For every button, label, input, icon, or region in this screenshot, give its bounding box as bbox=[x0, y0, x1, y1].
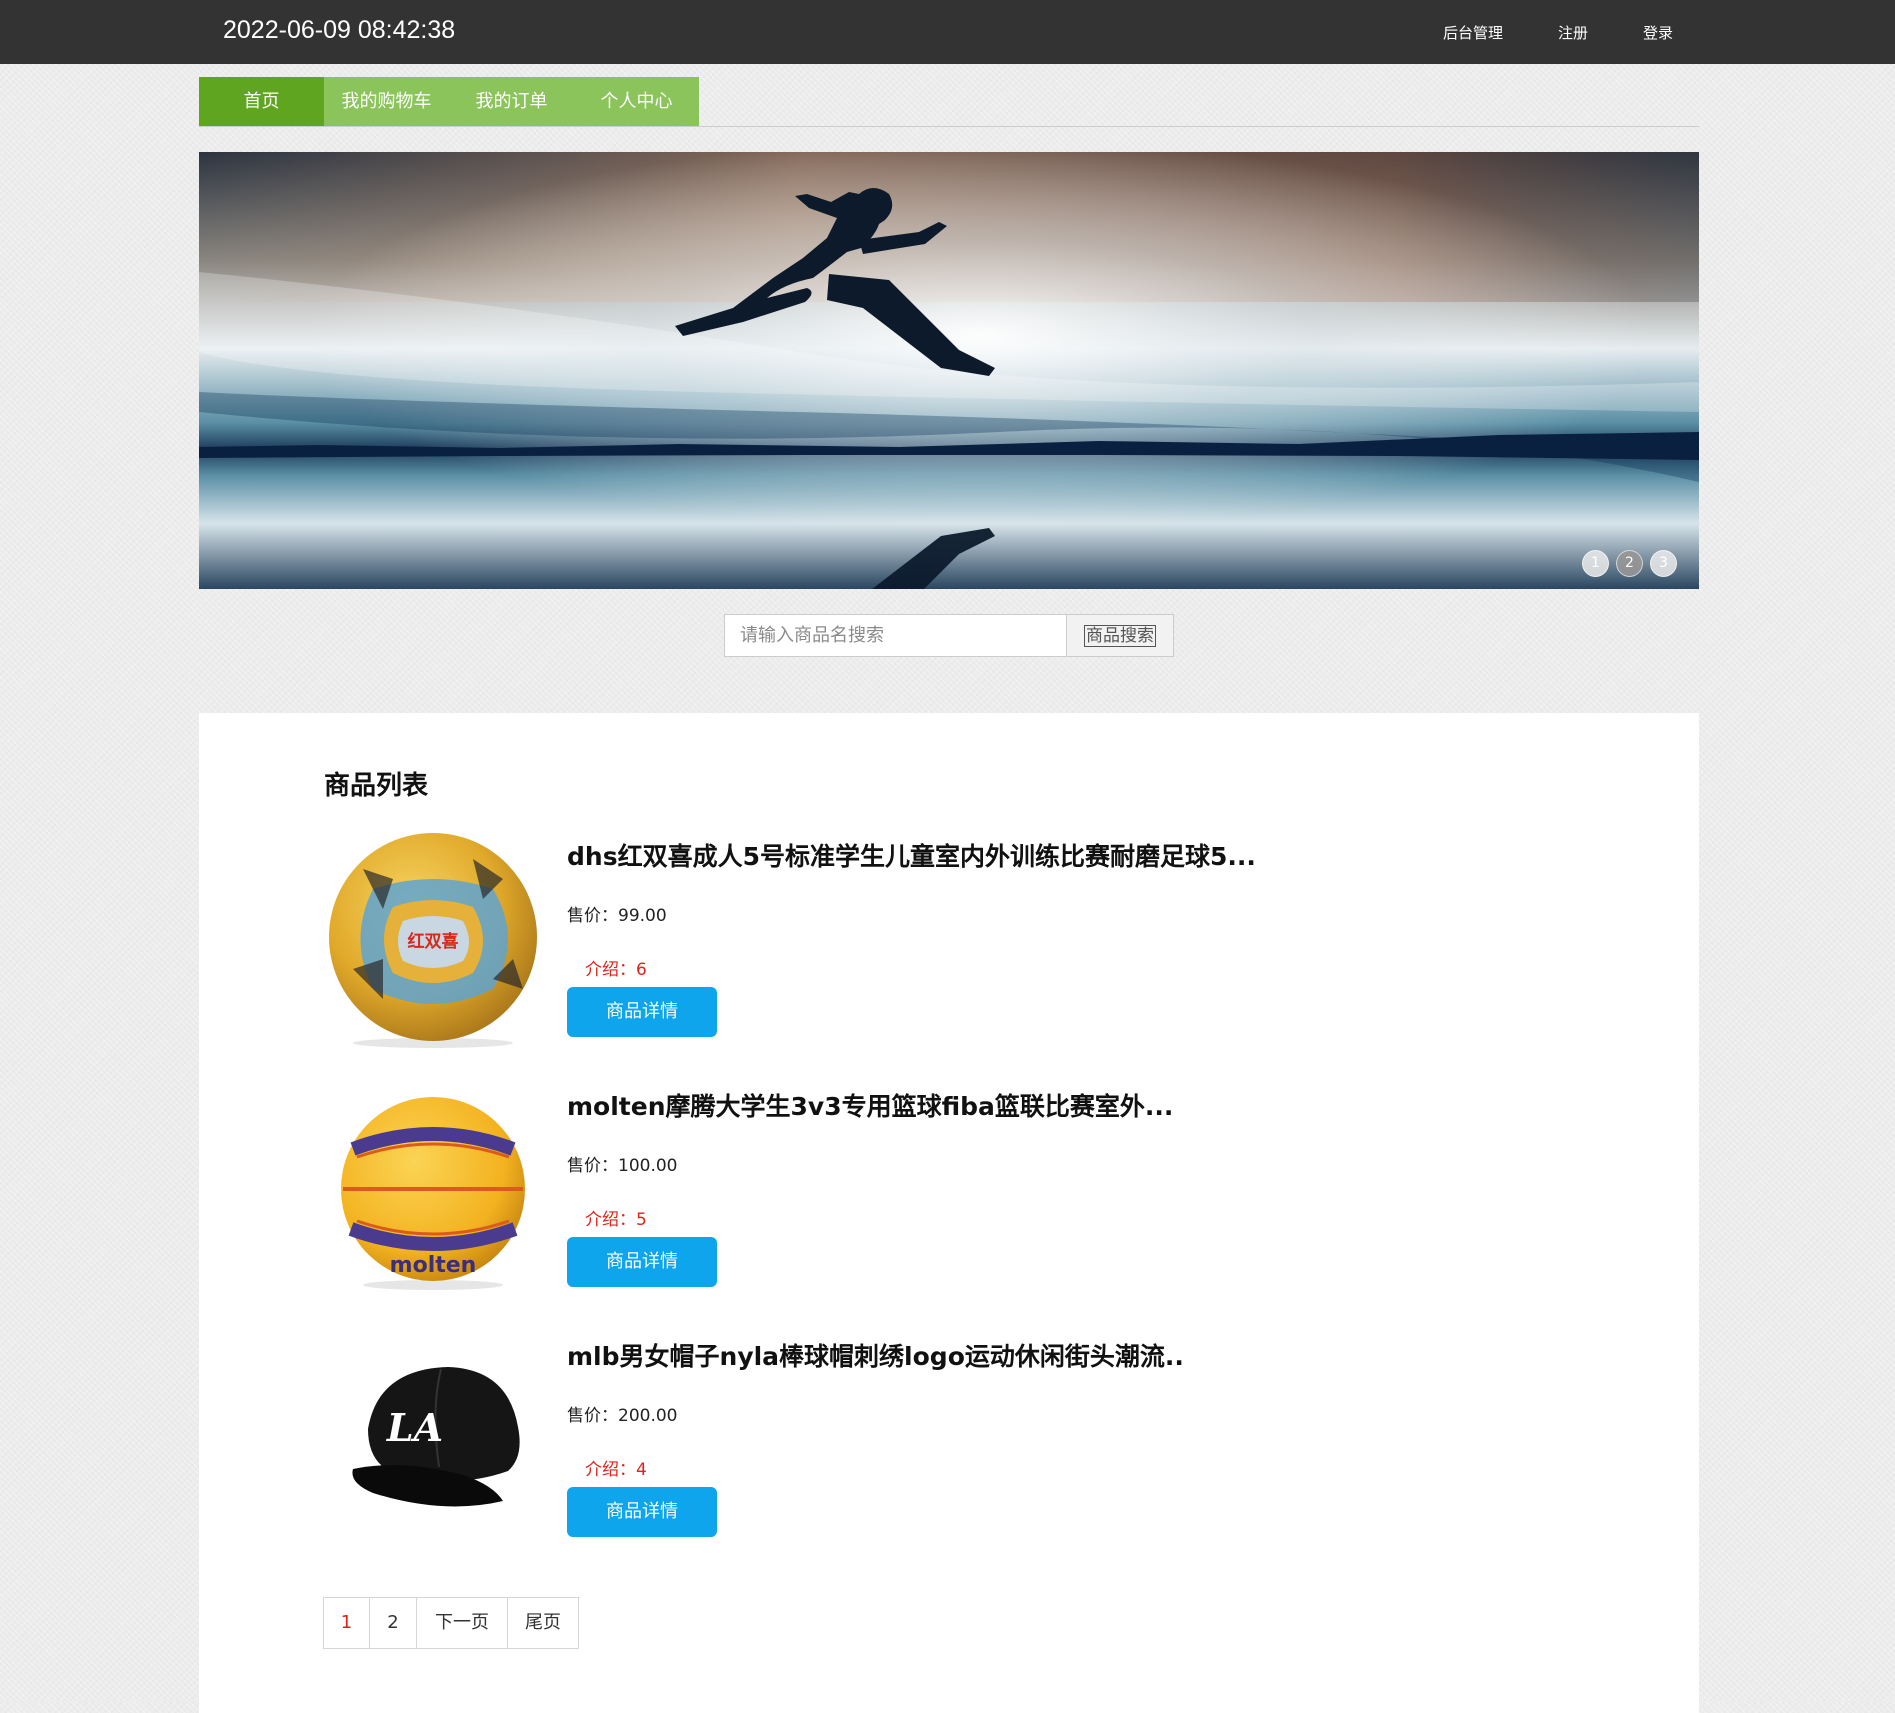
basketball-image: molten bbox=[341, 1097, 525, 1290]
search-button[interactable]: 商品搜索 bbox=[1067, 614, 1174, 657]
nav-home[interactable]: 首页 bbox=[199, 77, 324, 127]
product-detail-button[interactable]: 商品详情 bbox=[567, 1237, 717, 1287]
register-link[interactable]: 注册 bbox=[1558, 22, 1588, 43]
product-detail-button[interactable]: 商品详情 bbox=[567, 987, 717, 1037]
section-title: 商品列表 bbox=[324, 771, 429, 801]
product-price: 售价：99.00 bbox=[567, 906, 667, 926]
product-item: LA mlb男女帽子nyla棒球帽刺绣logo运动休闲街头潮流.. 售价：200… bbox=[323, 1329, 1523, 1559]
product-item: molten molten摩腾大学生3v3专用篮球fiba篮联比赛室外... 售… bbox=[323, 1079, 1523, 1309]
soccer-ball-image: 红双喜 bbox=[329, 833, 537, 1048]
baseball-cap-image: LA bbox=[352, 1367, 520, 1507]
main-nav: 首页 我的购物车 我的订单 个人中心 bbox=[199, 77, 699, 127]
page-1-link[interactable]: 1 bbox=[323, 1597, 370, 1649]
brand-mark: LA bbox=[386, 1405, 443, 1450]
carousel-dots: 1 2 3 bbox=[1582, 550, 1677, 577]
product-panel: 商品列表 红双喜 dhs红双喜成人5号标准学生儿童室内外训练比赛耐磨足球5...… bbox=[199, 713, 1699, 1713]
brand-mark: molten bbox=[390, 1253, 477, 1278]
product-intro: 介绍：6 bbox=[585, 960, 647, 980]
product-name[interactable]: mlb男女帽子nyla棒球帽刺绣logo运动休闲街头潮流.. bbox=[567, 1337, 1184, 1373]
datetime-clock: 2022-06-09 08:42:38 bbox=[223, 16, 456, 44]
product-price: 售价：100.00 bbox=[567, 1156, 678, 1176]
product-intro: 介绍：5 bbox=[585, 1210, 647, 1230]
carousel-dot-3[interactable]: 3 bbox=[1650, 550, 1677, 577]
hero-carousel[interactable]: 1 2 3 bbox=[199, 152, 1699, 589]
pagination: 1 2 下一页 尾页 bbox=[323, 1597, 579, 1649]
product-price: 售价：200.00 bbox=[567, 1406, 678, 1426]
carousel-dot-2[interactable]: 2 bbox=[1616, 550, 1643, 577]
product-intro: 介绍：4 bbox=[585, 1460, 647, 1480]
nav-orders[interactable]: 我的订单 bbox=[449, 77, 574, 127]
runner-banner-image bbox=[199, 152, 1699, 589]
brand-mark: 红双喜 bbox=[408, 931, 459, 952]
product-name[interactable]: dhs红双喜成人5号标准学生儿童室内外训练比赛耐磨足球5... bbox=[567, 837, 1256, 873]
search-bar: 商品搜索 bbox=[724, 614, 1174, 657]
top-bar: 2022-06-09 08:42:38 后台管理 注册 登录 bbox=[0, 0, 1895, 64]
search-input[interactable] bbox=[724, 614, 1067, 657]
last-page-link[interactable]: 尾页 bbox=[507, 1597, 579, 1649]
product-item: 红双喜 dhs红双喜成人5号标准学生儿童室内外训练比赛耐磨足球5... 售价：9… bbox=[323, 829, 1523, 1059]
login-link[interactable]: 登录 bbox=[1643, 22, 1673, 43]
nav-divider bbox=[199, 126, 1699, 127]
search-button-label: 商品搜索 bbox=[1084, 624, 1156, 647]
carousel-dot-1[interactable]: 1 bbox=[1582, 550, 1609, 577]
product-detail-button[interactable]: 商品详情 bbox=[567, 1487, 717, 1537]
product-name[interactable]: molten摩腾大学生3v3专用篮球fiba篮联比赛室外... bbox=[567, 1087, 1173, 1123]
admin-link[interactable]: 后台管理 bbox=[1443, 22, 1503, 43]
nav-profile[interactable]: 个人中心 bbox=[574, 77, 699, 127]
next-page-link[interactable]: 下一页 bbox=[416, 1597, 508, 1649]
nav-cart[interactable]: 我的购物车 bbox=[324, 77, 449, 127]
page-2-link[interactable]: 2 bbox=[369, 1597, 417, 1649]
